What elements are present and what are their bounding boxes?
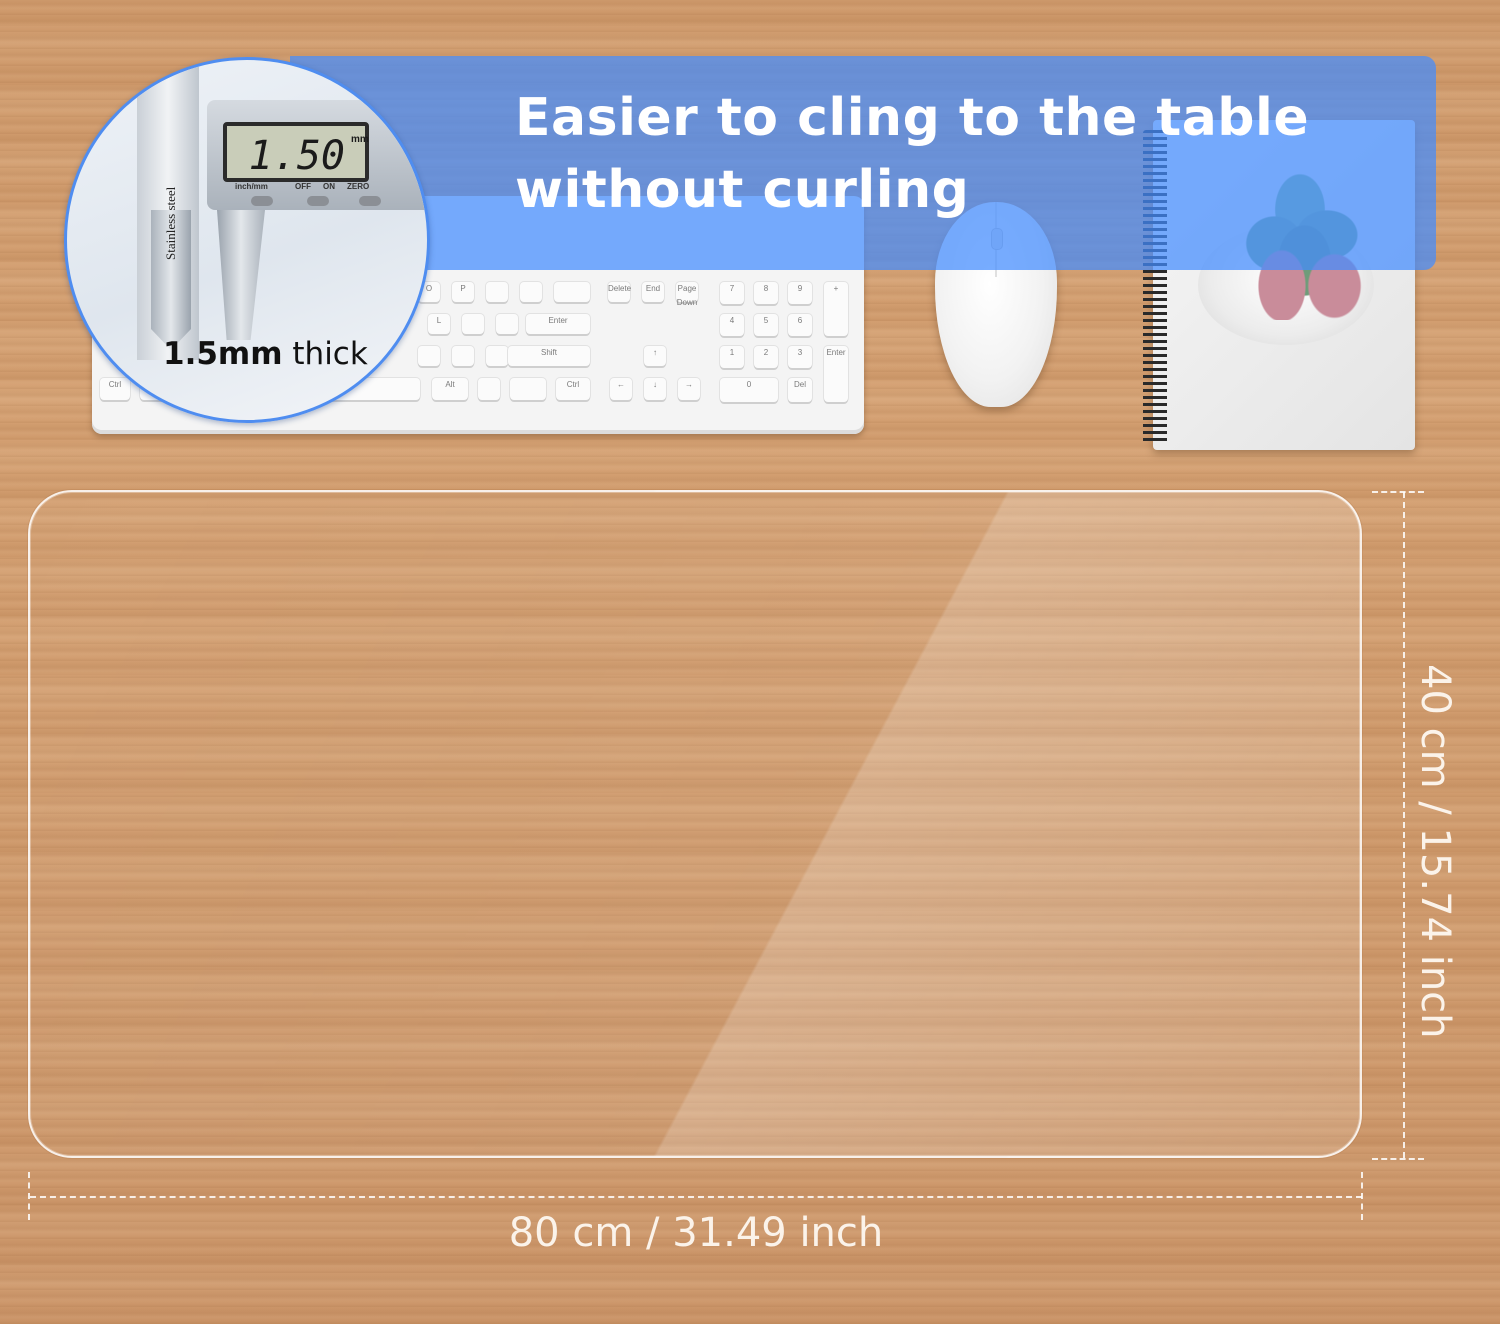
key-num-0: 0 [720, 378, 778, 402]
caliper-display: 1.50 [223, 122, 369, 182]
key-arrow-down: ↓ [644, 378, 666, 400]
headline-line-2: without curling [515, 160, 970, 220]
key-page-down: Page Down [676, 282, 698, 307]
height-dimension-tick-top [1372, 491, 1424, 493]
key-arrow-right: → [678, 378, 700, 400]
thickness-value: 1.5mm [163, 336, 283, 372]
key-num-5: 5 [754, 314, 778, 336]
key-ctrl-left: Ctrl [100, 378, 130, 400]
key-num-1: 1 [720, 346, 744, 368]
key-ctrl-right: Ctrl [556, 378, 590, 400]
thickness-magnifier: 1.50 mm inch/mm OFF ON ZERO Stainless st… [64, 57, 430, 423]
thickness-suffix: thick [282, 336, 368, 372]
caliper-label-on: ON [323, 182, 335, 191]
key-backslash [554, 282, 590, 302]
key-end: End [642, 282, 664, 302]
caliper-jaw-right [217, 210, 265, 340]
key-l: L [428, 314, 450, 334]
key-num-3: 3 [788, 346, 812, 368]
caliper-label-off: OFF [295, 182, 311, 191]
product-image: O P L Enter Shift Alt Ctrl Ctrl Delete E… [0, 0, 1500, 1324]
caliper-display-unit: mm [351, 134, 369, 145]
caliper-button-zero [359, 196, 381, 206]
key-alt: Alt [432, 378, 468, 400]
height-dimension-tick-bottom [1372, 1158, 1424, 1160]
clear-desk-mat [28, 490, 1362, 1158]
key-comma [418, 346, 440, 366]
key-num-plus: + [824, 282, 848, 336]
caliper-label-zero: ZERO [347, 182, 370, 191]
caliper-button-on-off [307, 196, 329, 206]
headline-text: Easier to cling to the table without cur… [515, 82, 1415, 226]
caliper-label-inch-mm: inch/mm [235, 182, 268, 191]
key-p: P [452, 282, 474, 302]
key-arrow-left: ← [610, 378, 632, 400]
key-num-del: Del [788, 378, 812, 402]
key-shift: Shift [508, 346, 590, 366]
headline-line-1: Easier to cling to the table [515, 88, 1310, 148]
key-bracket-open [486, 282, 508, 302]
key-num-8: 8 [754, 282, 778, 304]
key-num-7: 7 [720, 282, 744, 304]
key-menu [478, 378, 500, 400]
key-num-enter: Enter [824, 346, 848, 402]
height-dimension-label: 40 cm / 15.74 inch [1412, 664, 1458, 1039]
caliper-button-inch-mm [251, 196, 273, 206]
key-slash [486, 346, 508, 366]
width-dimension-line [30, 1196, 1362, 1198]
key-num-6: 6 [788, 314, 812, 336]
key-num-2: 2 [754, 346, 778, 368]
key-num-9: 9 [788, 282, 812, 304]
key-enter: Enter [526, 314, 590, 334]
caliper-steel-label: Stainless steel [163, 186, 178, 260]
key-arrow-up: ↑ [644, 346, 666, 366]
key-semicolon [462, 314, 484, 334]
key-num-4: 4 [720, 314, 744, 336]
thickness-label: 1.5mm thick [163, 336, 368, 372]
key-bracket-close [520, 282, 542, 302]
key-period [452, 346, 474, 366]
key-fn [510, 378, 546, 400]
key-quote [496, 314, 518, 334]
key-delete: Delete [608, 282, 631, 302]
width-dimension-label: 80 cm / 31.49 inch [508, 1210, 884, 1256]
height-dimension-line [1403, 492, 1405, 1158]
